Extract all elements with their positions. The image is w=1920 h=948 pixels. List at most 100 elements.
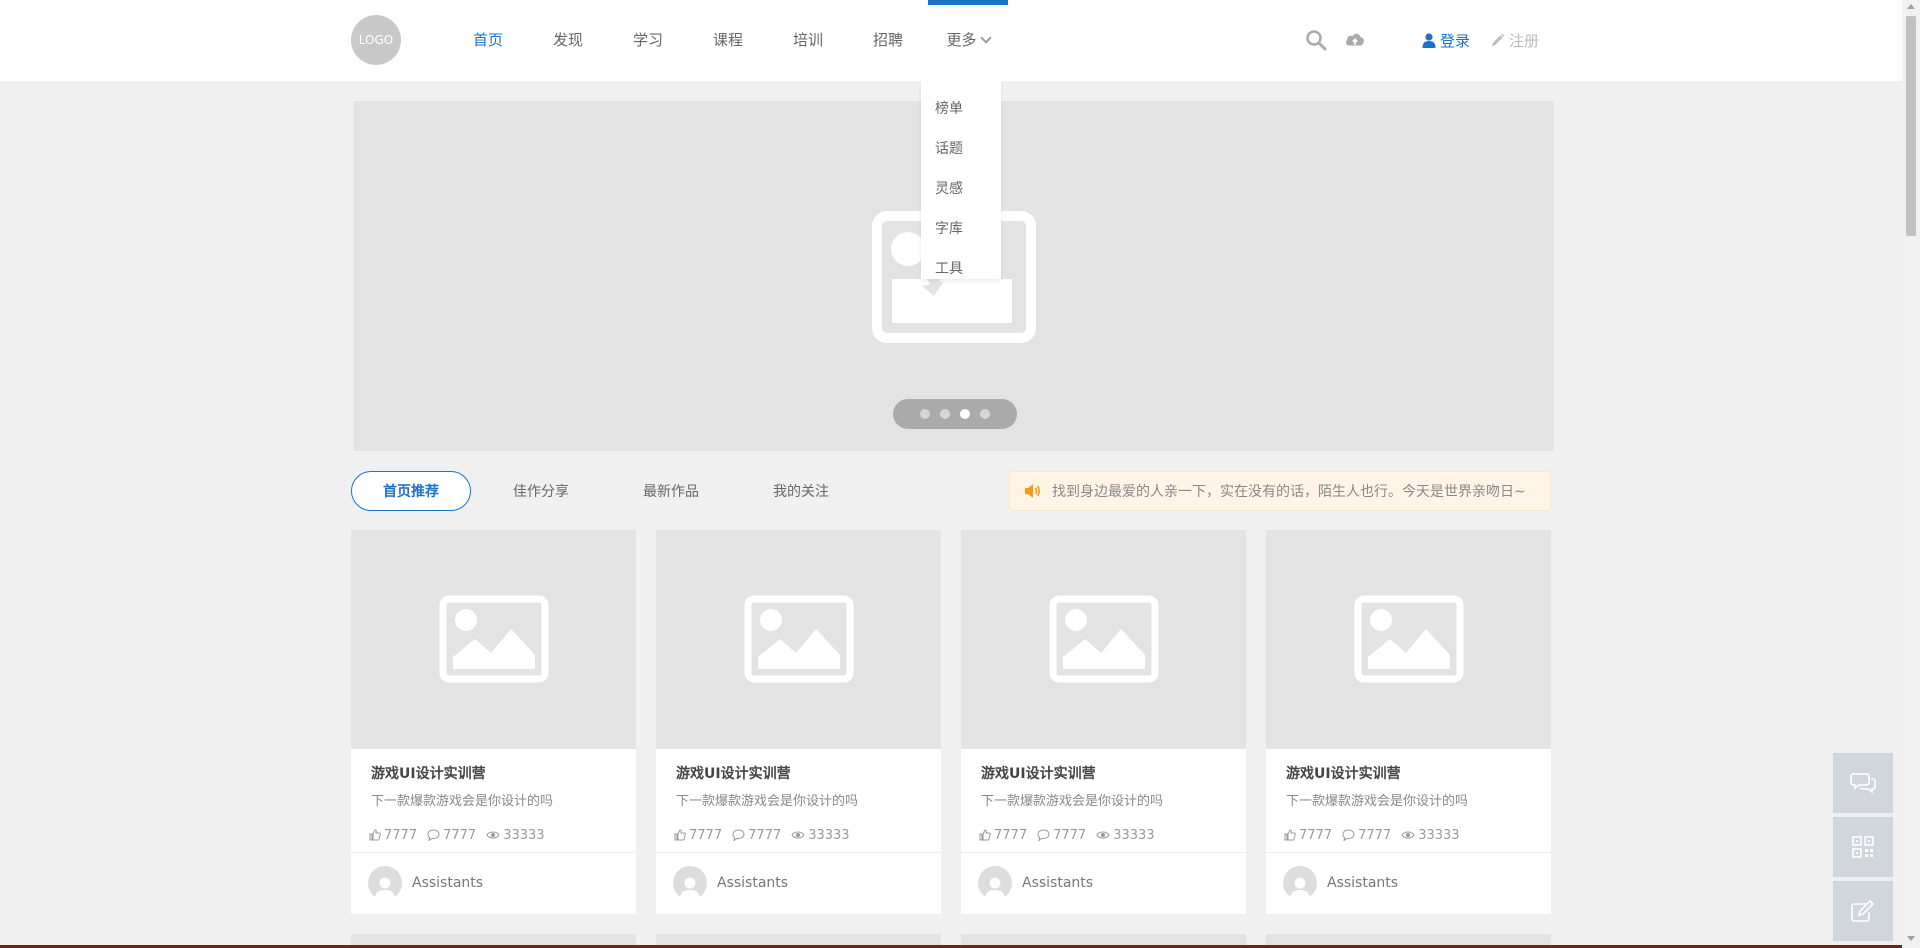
likes-stat[interactable]: 7777 [979,818,1027,852]
avatar [673,865,707,900]
user-avatar-icon [1290,877,1310,900]
nav-label: 课程 [712,31,743,49]
top-header: LOGO 首页 发现 学习 课程 培训 招聘 更多 登录 注册 [0,0,1902,81]
scroll-thumb[interactable] [1906,16,1916,236]
comment-icon [732,829,745,841]
card-stats: 7777 7777 33333 [351,812,636,852]
likes-count: 7777 [1299,827,1333,843]
comments-stat[interactable]: 7777 [1037,818,1086,852]
course-card[interactable]: 游戏UI设计实训营 下一款爆款游戏会是你设计的吗 7777 7777 33333… [1266,530,1551,914]
card-author[interactable]: Assistants [351,852,636,912]
page-scrollbar[interactable] [1902,0,1920,948]
login-button[interactable]: 登录 [1422,30,1470,51]
views-stat: 33333 [486,818,545,852]
scroll-down-arrow[interactable] [1907,936,1915,941]
register-button[interactable]: 注册 [1490,30,1539,51]
author-name: Assistants [717,874,789,891]
nav-item-more[interactable]: 更多 [928,0,1008,81]
tab-recommended[interactable]: 首页推荐 [351,471,471,511]
menu-item-topics[interactable]: 话题 [921,129,1001,169]
likes-count: 7777 [994,827,1028,843]
carousel-dot[interactable] [920,409,930,419]
author-name: Assistants [412,874,484,891]
comments-stat[interactable]: 7777 [732,818,781,852]
course-card[interactable]: 游戏UI设计实训营 下一款爆款游戏会是你设计的吗 7777 7777 33333… [656,530,941,914]
menu-item-tools[interactable]: 工具 [921,249,1001,289]
avatar [368,865,402,900]
author-name: Assistants [1327,874,1399,891]
qrcode-button[interactable] [1833,817,1893,877]
card-title[interactable]: 游戏UI设计实训营 [961,749,1246,786]
tab-following[interactable]: 我的关注 [741,471,861,511]
card-stats: 7777 7777 33333 [656,812,941,852]
tab-showcase[interactable]: 佳作分享 [481,471,601,511]
user-icon [1422,33,1436,48]
views-count: 33333 [1418,827,1460,843]
card-desc: 下一款爆款游戏会是你设计的吗 [371,794,554,809]
nav-label: 招聘 [872,31,903,49]
notice-text: 找到身边最爱的人亲一下，实在没有的话，陌生人也行。今天是世界亲吻日~ [1052,484,1526,500]
card-stats: 7777 7777 33333 [1266,812,1551,852]
pencil-icon [1492,33,1505,46]
carousel-dot[interactable] [980,409,990,419]
edit-button[interactable] [1833,881,1893,941]
nav-item-jobs[interactable]: 招聘 [848,0,928,81]
nav-label: 培训 [792,31,823,49]
course-card[interactable]: 游戏UI设计实训营 下一款爆款游戏会是你设计的吗 7777 7777 33333… [961,530,1246,914]
tab-latest[interactable]: 最新作品 [611,471,731,511]
views-count: 33333 [808,827,850,843]
card-author[interactable]: Assistants [1266,852,1551,912]
carousel-dot[interactable] [940,409,950,419]
card-title[interactable]: 游戏UI设计实训营 [656,749,941,786]
chat-button[interactable] [1833,753,1893,813]
nav-item-training[interactable]: 培训 [768,0,848,81]
user-avatar-icon [680,877,700,900]
likes-stat[interactable]: 7777 [369,818,417,852]
eye-icon [791,831,805,839]
nav-item-courses[interactable]: 课程 [688,0,768,81]
card-title[interactable]: 游戏UI设计实训营 [1266,749,1551,786]
comments-count: 7777 [1053,827,1087,843]
nav-label: 发现 [552,31,583,49]
register-label: 注册 [1509,32,1540,50]
card-thumbnail [961,530,1246,749]
card-desc: 下一款爆款游戏会是你设计的吗 [676,794,859,809]
logo[interactable]: LOGO [351,15,401,65]
nav-item-learn[interactable]: 学习 [608,0,688,81]
scroll-up-arrow[interactable] [1907,4,1915,9]
likes-stat[interactable]: 7777 [674,818,722,852]
thumbs-up-icon [979,829,991,841]
eye-icon [1401,831,1415,839]
menu-item-rankings[interactable]: 榜单 [921,89,1001,129]
comments-count: 7777 [443,827,477,843]
comments-stat[interactable]: 7777 [427,818,476,852]
notice-bar: 找到身边最爱的人亲一下，实在没有的话，陌生人也行。今天是世界亲吻日~ [1009,471,1551,511]
course-card[interactable]: 游戏UI设计实训营 下一款爆款游戏会是你设计的吗 7777 7777 33333… [351,530,636,914]
menu-item-inspiration[interactable]: 灵感 [921,169,1001,209]
nav-item-discover[interactable]: 发现 [528,0,608,81]
card-stats: 7777 7777 33333 [961,812,1246,852]
login-label: 登录 [1440,32,1471,50]
card-title[interactable]: 游戏UI设计实训营 [351,749,636,786]
menu-item-fonts[interactable]: 字库 [921,209,1001,249]
search-icon[interactable] [1305,29,1327,51]
user-avatar-icon [375,877,395,900]
card-author[interactable]: Assistants [961,852,1246,912]
card-author[interactable]: Assistants [656,852,941,912]
likes-count: 7777 [384,827,418,843]
comments-stat[interactable]: 7777 [1342,818,1391,852]
qrcode-icon [1852,836,1874,858]
user-avatar-icon [985,877,1005,900]
chevron-down-icon [979,32,992,44]
content-tabs: 首页推荐 佳作分享 最新作品 我的关注 [351,471,871,511]
image-placeholder-icon [1049,595,1159,683]
nav-item-home[interactable]: 首页 [448,0,528,81]
image-placeholder-icon [1354,595,1464,683]
card-thumbnail [656,530,941,749]
likes-stat[interactable]: 7777 [1284,818,1332,852]
views-stat: 33333 [1401,818,1460,852]
carousel-dot-active[interactable] [960,409,970,419]
side-toolbar [1833,753,1893,945]
likes-count: 7777 [689,827,723,843]
cloud-upload-icon[interactable] [1344,29,1366,51]
